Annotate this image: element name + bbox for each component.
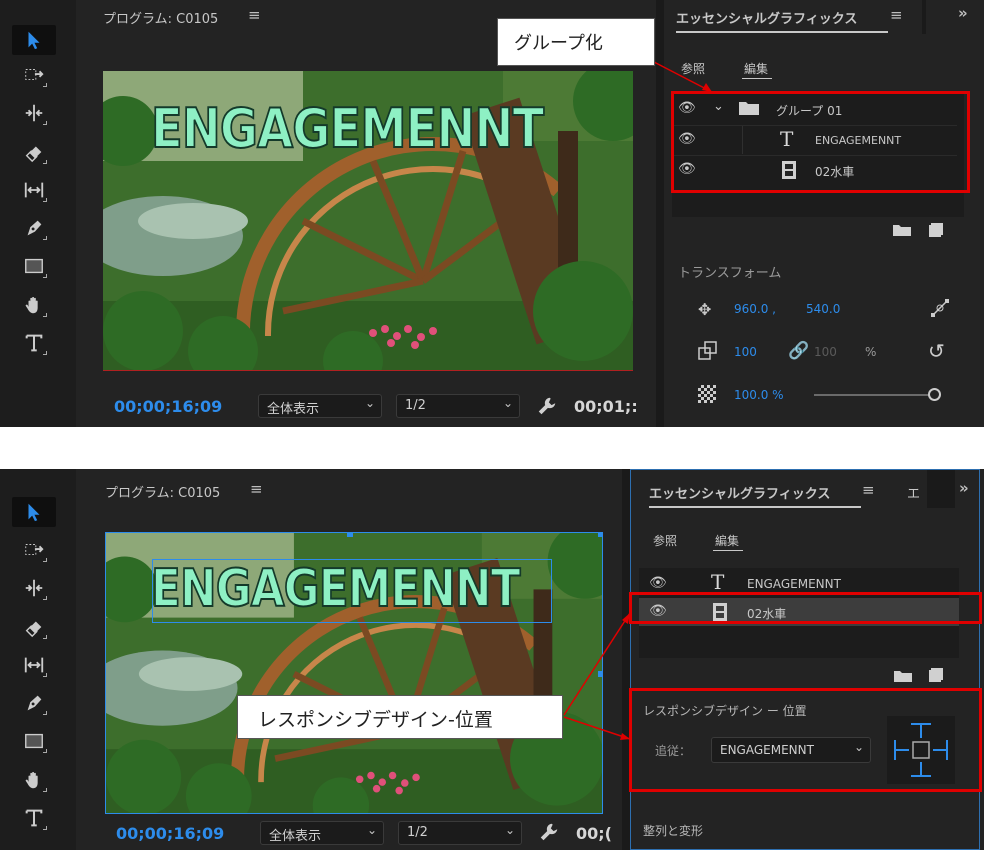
type-tool-button[interactable] [12, 803, 56, 833]
playhead-timecode[interactable]: 00;00;16;09 [114, 397, 222, 416]
zoom-select-value: 全体表示 [269, 829, 322, 844]
position-move-icon[interactable]: ✥ [698, 300, 711, 319]
hamburger-menu-icon[interactable]: ≡ [248, 6, 261, 24]
wrench-icon[interactable] [538, 821, 562, 845]
screenshot-bottom: プログラム: C0105 ≡ ENGAGEMENNT 00;00;16;09 全… [0, 469, 984, 850]
engagement-title-overlay: ENGAGEMENNT [150, 96, 545, 161]
video-frame[interactable]: ENGAGEMENNT [105, 532, 603, 814]
ripple-edit-tool-button[interactable] [12, 573, 56, 603]
selection-arrow-icon [28, 31, 40, 50]
opacity-checker-icon [698, 385, 716, 403]
resolution-select[interactable]: 1/2 ⌄ [396, 394, 520, 418]
callout-group: グループ化 [497, 18, 655, 66]
essential-graphics-panel: エッセンシャルグラフィックス ≡ エ » 参照 編集 👁 T ENGAGEMEN… [630, 469, 980, 850]
razor-tool-button[interactable] [12, 612, 56, 642]
callout-responsive-position: レスポンシブデザイン-位置 [237, 695, 563, 739]
new-group-folder-icon[interactable] [892, 222, 912, 236]
wrench-icon[interactable] [536, 395, 560, 419]
next-panel-tab[interactable]: エ [907, 483, 920, 502]
callout-arrows [563, 612, 631, 740]
tab-separator [927, 470, 955, 508]
anchor-point-icon[interactable] [930, 298, 950, 318]
track-select-tool-button[interactable] [12, 535, 56, 565]
position-y-value[interactable]: 540.0 [806, 302, 840, 316]
video-layer-highlight [629, 592, 982, 624]
scale-value[interactable]: 100 [734, 345, 757, 359]
rectangle-tool-button[interactable] [12, 251, 56, 281]
hand-tool-button[interactable] [12, 765, 56, 795]
rectangle-tool-button[interactable] [12, 726, 56, 756]
transform-handle[interactable] [598, 533, 602, 537]
pen-tool-button[interactable] [12, 213, 56, 243]
new-layer-icon[interactable] [928, 667, 944, 683]
essential-graphics-title[interactable]: エッセンシャルグラフィックス [649, 483, 830, 502]
tools-panel [0, 469, 76, 850]
new-layer-icon[interactable] [928, 222, 944, 238]
layer-group-highlight [671, 91, 970, 193]
opacity-value[interactable]: 100.0 % [734, 388, 784, 402]
tab-edit[interactable]: 編集 [744, 60, 768, 77]
tools-panel [0, 0, 76, 427]
link-icon[interactable]: 🔗 [788, 341, 809, 361]
program-monitor-title: プログラム: C0105 [105, 486, 221, 501]
layer-name: ENGAGEMENNT [747, 577, 841, 591]
track-select-tool-button[interactable] [12, 60, 56, 90]
duration-timecode: 00;01;: [574, 397, 638, 416]
resolution-select-value: 1/2 [405, 398, 426, 413]
screenshot-top: プログラム: C0105 ≡ ENGAGEMENNT 00;00;16;09 全… [0, 0, 984, 427]
text-bounding-box[interactable] [152, 559, 552, 623]
new-group-folder-icon[interactable] [893, 668, 913, 682]
transform-handle[interactable] [347, 533, 353, 537]
slip-tool-button[interactable] [12, 175, 56, 205]
scale-linked-value: 100 [814, 345, 837, 359]
zoom-select[interactable]: 全体表示 ⌄ [260, 821, 384, 845]
chevron-down-icon: ⌄ [504, 823, 515, 837]
tab-edit[interactable]: 編集 [715, 532, 739, 549]
program-monitor-title: プログラム: C0105 [103, 12, 219, 27]
percent-label: % [865, 345, 877, 359]
align-transform-title: 整列と変形 [643, 824, 704, 838]
ripple-edit-tool-button[interactable] [12, 98, 56, 128]
opacity-slider-handle[interactable] [928, 388, 941, 401]
razor-tool-button[interactable] [12, 137, 56, 167]
chevron-down-icon: ⌄ [502, 396, 513, 410]
resolution-select[interactable]: 1/2 ⌄ [398, 821, 522, 845]
tab-edit-underline [742, 78, 772, 79]
hamburger-menu-icon[interactable]: ≡ [250, 480, 263, 498]
panel-menu-icon[interactable]: ≡ [890, 6, 903, 24]
video-frame[interactable]: ENGAGEMENNT [103, 71, 633, 371]
opacity-slider-track[interactable] [814, 394, 932, 396]
scale-icon[interactable] [698, 341, 718, 361]
rotation-icon[interactable]: ↺ [928, 339, 945, 363]
selection-tool-button[interactable] [12, 497, 56, 527]
panel-menu-icon[interactable]: ≡ [862, 481, 875, 499]
responsive-design-highlight [629, 688, 982, 792]
tab-browse[interactable]: 参照 [653, 532, 677, 549]
duration-timecode: 00;( [576, 824, 612, 843]
essential-graphics-title[interactable]: エッセンシャルグラフィックス [676, 8, 857, 27]
resolution-select-value: 1/2 [407, 825, 428, 840]
tab-edit-underline [713, 550, 743, 551]
tab-separator [922, 0, 926, 34]
selection-tool-button[interactable] [12, 25, 56, 55]
more-panels-icon[interactable]: » [958, 4, 968, 22]
text-icon: T [711, 570, 725, 594]
position-x-value[interactable]: 960.0 , [734, 302, 776, 316]
chevron-down-icon: ⌄ [364, 396, 375, 410]
type-tool-button[interactable] [12, 328, 56, 358]
active-panel-underline [676, 31, 888, 33]
chevron-down-icon: ⌄ [366, 823, 377, 837]
transform-section-title: トランスフォーム [678, 266, 782, 281]
more-panels-icon[interactable]: » [959, 479, 969, 497]
active-panel-underline [649, 506, 861, 508]
pen-tool-button[interactable] [12, 688, 56, 718]
zoom-select[interactable]: 全体表示 ⌄ [258, 394, 382, 418]
hand-tool-button[interactable] [12, 290, 56, 320]
zoom-select-value: 全体表示 [267, 402, 320, 417]
playhead-timecode[interactable]: 00;00;16;09 [116, 824, 224, 843]
selection-arrow-icon [28, 503, 40, 522]
eye-icon[interactable]: 👁 [649, 575, 667, 591]
slip-tool-button[interactable] [12, 650, 56, 680]
